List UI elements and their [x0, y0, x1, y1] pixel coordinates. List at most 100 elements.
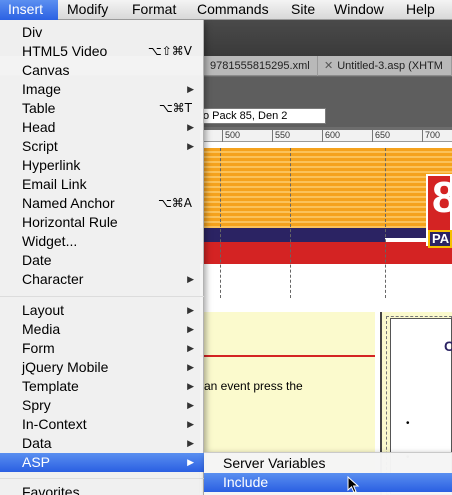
submenu-arrow-icon: ▶	[187, 381, 194, 391]
menu-item-label: Table	[22, 100, 56, 116]
menu-item-label: Image	[22, 81, 61, 97]
submenu-arrow-icon: ▶	[187, 141, 194, 151]
menu-item-shortcut: ⌥⇧⌘V	[147, 44, 192, 58]
menu-separator	[0, 478, 204, 479]
menu-item-label: Head	[22, 119, 56, 135]
menu-item-label: Spry	[22, 397, 51, 413]
menu-item-favorites[interactable]: Favorites	[0, 483, 204, 495]
submenu-arrow-icon: ▶	[187, 324, 194, 334]
layout-guide	[290, 148, 291, 298]
menu-item-data[interactable]: Data ▶	[0, 434, 204, 453]
menu-bar: Insert Modify Format Commands Site Windo…	[0, 0, 452, 20]
submenu-item-label: Include	[223, 474, 269, 490]
submenu-arrow-icon: ▶	[187, 362, 194, 372]
menu-item-widget[interactable]: Widget...	[0, 232, 204, 251]
menu-item-label: Canvas	[22, 62, 70, 78]
menu-item-label: Favorites	[22, 484, 80, 495]
menu-item-label: In-Context	[22, 416, 87, 432]
pack-logo-badge-text: PA	[432, 231, 450, 246]
submenu-arrow-icon: ▶	[187, 84, 194, 94]
menu-item-canvas[interactable]: Canvas	[0, 61, 204, 80]
menu-item-email-link[interactable]: Email Link	[0, 175, 204, 194]
horizontal-ruler: 500 550 600 650 700	[200, 130, 452, 142]
menu-item-hyperlink[interactable]: Hyperlink	[0, 156, 204, 175]
close-tab-icon[interactable]: ✕	[324, 60, 333, 72]
pack-logo-number: 8	[432, 173, 452, 222]
submenu-arrow-icon: ▶	[187, 400, 194, 410]
content-divider	[200, 355, 375, 357]
ruler-tick: 700	[422, 130, 440, 142]
layout-guide	[385, 148, 386, 298]
layout-guide	[220, 148, 221, 298]
menu-item-jquery-mobile[interactable]: jQuery Mobile ▶	[0, 358, 204, 377]
menu-item-label: Data	[22, 435, 52, 451]
ruler-tick: 550	[272, 130, 290, 142]
menu-item-label: Media	[22, 321, 61, 337]
menu-item-date[interactable]: Date	[0, 251, 204, 270]
menu-item-label: Script	[22, 138, 58, 154]
menu-item-shortcut: ⌥⌘A	[157, 196, 192, 210]
menu-separator	[0, 296, 204, 297]
submenu-arrow-icon: ▶	[187, 438, 194, 448]
document-tab-xml[interactable]: 9781555815295.xml	[204, 56, 318, 76]
menu-item-label: ASP	[22, 454, 51, 470]
menu-item-character[interactable]: Character ▶	[0, 270, 204, 289]
menu-item-form[interactable]: Form ▶	[0, 339, 204, 358]
sidebar-heading: C	[444, 338, 452, 354]
menu-site[interactable]: Site	[291, 0, 315, 20]
submenu-arrow-icon: ▶	[187, 343, 194, 353]
submenu-item-server-variables[interactable]: Server Variables	[204, 454, 452, 473]
menu-item-template[interactable]: Template ▶	[0, 377, 204, 396]
asp-submenu: Server Variables Include	[204, 452, 452, 495]
menu-item-label: Template	[22, 378, 79, 394]
ruler-tick: 600	[322, 130, 340, 142]
submenu-item-label: Server Variables	[223, 455, 326, 471]
document-tab-asp[interactable]: ✕ Untitled-3.asp (XHTM	[318, 56, 452, 76]
submenu-item-include[interactable]: Include	[204, 473, 452, 492]
insert-menu: Div HTML5 Video ⌥⇧⌘V Canvas Image ▶ Tabl…	[0, 20, 204, 495]
submenu-arrow-icon: ▶	[187, 122, 194, 132]
header-navy-band	[200, 228, 385, 242]
menu-item-script[interactable]: Script ▶	[0, 137, 204, 156]
header-red-band	[200, 242, 452, 264]
document-title-field[interactable]: o Pack 85, Den 2	[200, 108, 326, 124]
menu-help[interactable]: Help	[406, 0, 435, 20]
submenu-arrow-icon: ▶	[187, 305, 194, 315]
menu-item-horizontal-rule[interactable]: Horizontal Rule	[0, 213, 204, 232]
menu-item-label: Widget...	[22, 233, 78, 249]
menu-format[interactable]: Format	[132, 0, 176, 20]
menu-item-image[interactable]: Image ▶	[0, 80, 204, 99]
menu-item-label: jQuery Mobile	[22, 359, 109, 375]
menu-item-div[interactable]: Div	[0, 23, 204, 42]
menu-item-html5-video[interactable]: HTML5 Video ⌥⇧⌘V	[0, 42, 204, 61]
menu-item-label: Hyperlink	[22, 157, 81, 173]
menu-item-label: Horizontal Rule	[22, 214, 118, 230]
menu-item-label: Character	[22, 271, 84, 287]
design-canvas[interactable]: 8 PA an event press the C • •	[200, 142, 452, 495]
menu-item-label: Layout	[22, 302, 65, 318]
menu-item-label: Form	[22, 340, 55, 356]
ruler-tick: 650	[372, 130, 390, 142]
menu-item-label: Email Link	[22, 176, 87, 192]
header-banner	[200, 148, 385, 228]
menu-item-label: HTML5 Video	[22, 43, 108, 59]
menu-item-media[interactable]: Media ▶	[0, 320, 204, 339]
menu-item-in-context[interactable]: In-Context ▶	[0, 415, 204, 434]
mouse-pointer-icon	[347, 476, 360, 494]
menu-item-table[interactable]: Table ⌥⌘T	[0, 99, 204, 118]
menu-insert[interactable]: Insert	[0, 0, 58, 20]
menu-window[interactable]: Window	[334, 0, 384, 20]
menu-item-shortcut: ⌥⌘T	[158, 101, 192, 115]
submenu-arrow-icon: ▶	[187, 457, 194, 467]
menu-item-head[interactable]: Head ▶	[0, 118, 204, 137]
menu-item-asp[interactable]: ASP ▶	[0, 453, 204, 472]
menu-item-named-anchor[interactable]: Named Anchor ⌥⌘A	[0, 194, 204, 213]
submenu-arrow-icon: ▶	[187, 274, 194, 284]
menu-item-label: Div	[22, 24, 43, 40]
menu-item-layout[interactable]: Layout ▶	[0, 301, 204, 320]
header-navy-band-right	[385, 228, 430, 238]
menu-item-spry[interactable]: Spry ▶	[0, 396, 204, 415]
sidebar-bullet: •	[406, 418, 410, 429]
menu-modify[interactable]: Modify	[67, 0, 108, 20]
menu-commands[interactable]: Commands	[197, 0, 269, 20]
